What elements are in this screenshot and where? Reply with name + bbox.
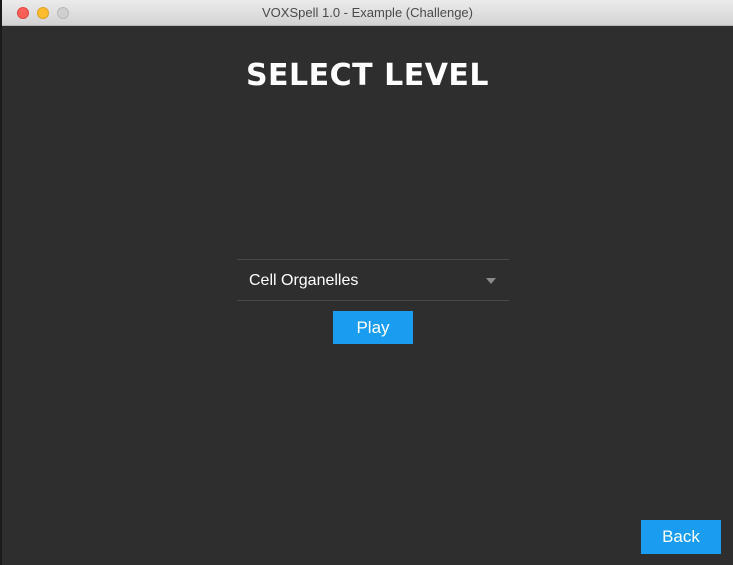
- back-button[interactable]: Back: [641, 520, 721, 554]
- level-select-dropdown[interactable]: Cell Organelles: [237, 259, 509, 301]
- level-select-value: Cell Organelles: [249, 272, 359, 289]
- window-titlebar[interactable]: VOXSpell 1.0 - Example (Challenge): [2, 0, 733, 26]
- app-window: VOXSpell 1.0 - Example (Challenge) SELEC…: [0, 0, 733, 565]
- chevron-down-icon: [486, 278, 496, 284]
- play-button[interactable]: Play: [333, 311, 413, 344]
- window-title: VOXSpell 1.0 - Example (Challenge): [262, 5, 473, 20]
- page-title: SELECT LEVEL: [245, 58, 490, 93]
